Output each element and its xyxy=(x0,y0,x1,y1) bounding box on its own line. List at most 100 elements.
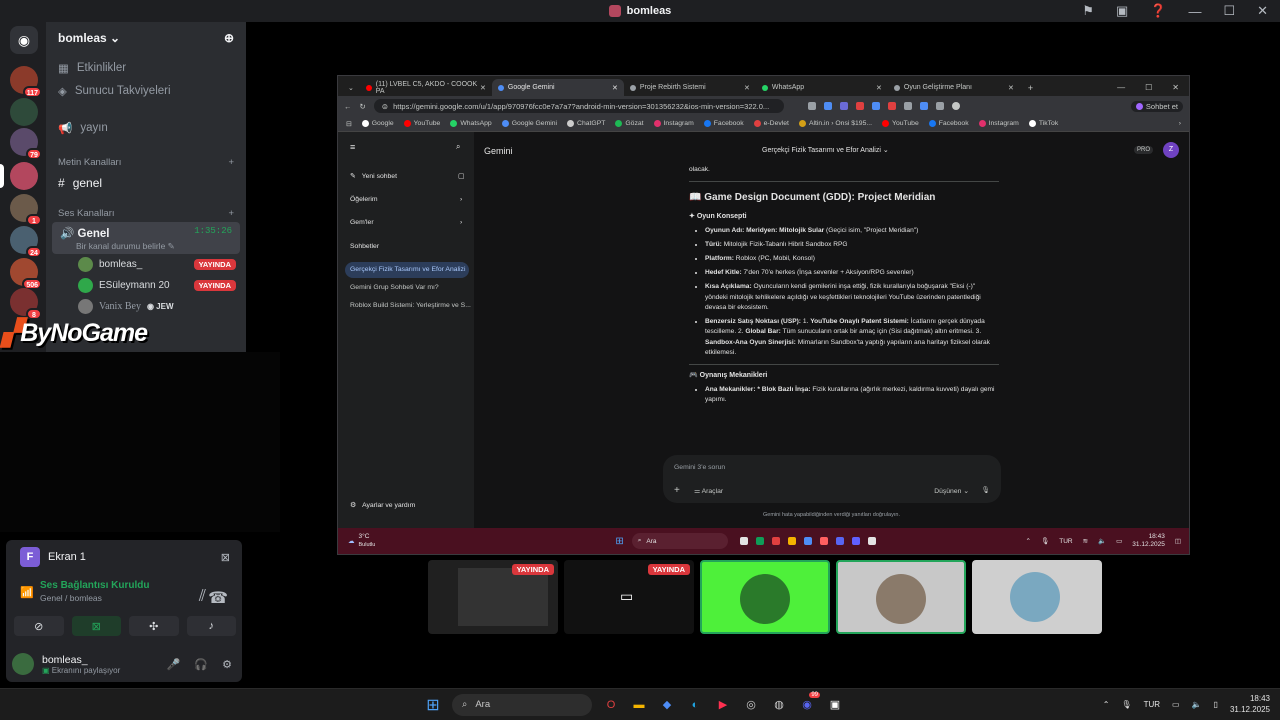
windows-icon[interactable]: ⊞ xyxy=(615,536,623,547)
discord-icon[interactable] xyxy=(835,537,844,545)
chat-title[interactable]: Gerçekçi Fizik Tasarımı ve Efor Analizi … xyxy=(762,146,889,154)
channel-yayin[interactable]: 📢 yayın xyxy=(46,116,246,139)
close-icon[interactable]: ✕ xyxy=(876,84,882,92)
avatar[interactable] xyxy=(12,653,34,675)
browser-tab[interactable]: WhatsApp ✕ xyxy=(756,79,888,96)
bookmark-manager-icon[interactable]: ⊟ xyxy=(346,120,352,128)
gems[interactable]: Gem'ler xyxy=(350,219,374,226)
new-tab-button[interactable]: + xyxy=(1020,79,1041,96)
minimize-button[interactable]: — xyxy=(1188,4,1201,19)
gemini-brand[interactable]: Gemini xyxy=(484,146,513,156)
chevron-up-icon[interactable]: ⌃ xyxy=(1103,700,1110,709)
server-icon[interactable]: 506 xyxy=(10,258,42,290)
clock[interactable]: 18:43 31.12.2025 xyxy=(1230,693,1270,715)
prompt-box[interactable]: Gemini 3'e sorun + ⚌ Araçlar Düşünen ⌄ 🎙 xyxy=(663,455,1001,503)
reload-icon[interactable]: ↻ xyxy=(360,102,366,111)
bookmark[interactable]: Altin.in › Onsi $195... xyxy=(798,120,872,127)
new-chat-button[interactable]: ✎ Yeni sohbet xyxy=(350,172,397,181)
close-icon[interactable]: ✕ xyxy=(744,84,750,92)
chevron-up-icon[interactable]: ⌃ xyxy=(1026,537,1031,545)
microphone-icon[interactable]: 🎙 xyxy=(1041,537,1049,545)
stream-view[interactable]: ⌄ (11) LVBEL C5, AKDO - COOOK PA ✕ Google… xyxy=(337,75,1190,555)
browser-tab[interactable]: Oyun Geliştirme Planı ✕ xyxy=(888,79,1020,96)
server-icon[interactable]: 24 xyxy=(10,226,42,258)
bookmark[interactable]: e-Devlet xyxy=(753,120,789,127)
bookmark[interactable]: Google Gemini xyxy=(501,120,557,127)
stream-thumbnail[interactable]: YAYINDA xyxy=(428,560,558,634)
app-icon[interactable]: ◎ xyxy=(742,696,760,714)
maximize-button[interactable]: ☐ xyxy=(1223,3,1235,19)
display-icon[interactable]: ▭ xyxy=(1172,700,1180,709)
extension-icon[interactable] xyxy=(935,102,944,110)
headphones-icon[interactable]: 🎧 xyxy=(194,658,208,671)
server-icon[interactable] xyxy=(10,98,38,126)
extension-icon[interactable] xyxy=(855,102,864,110)
bookmark[interactable]: Gözat xyxy=(615,120,644,127)
chat-item[interactable]: Roblox Build Sistemi: Yerleştirme ve S..… xyxy=(350,302,471,309)
add-member-icon[interactable]: ⊕ xyxy=(224,31,234,45)
settings-gear-icon[interactable]: ⚙ xyxy=(222,658,232,671)
stop-share-icon[interactable]: ⊠ xyxy=(221,551,230,564)
close-icon[interactable]: ✕ xyxy=(612,84,618,92)
edge-icon[interactable]: ◐ xyxy=(686,696,704,714)
channel-genel[interactable]: # genel xyxy=(46,171,246,194)
microphone-icon[interactable]: 🎤 xyxy=(167,658,181,671)
temp-chat-icon[interactable]: ▢ xyxy=(458,172,464,180)
roblox-icon[interactable]: ▣ xyxy=(826,696,844,714)
back-arrow-icon[interactable]: ← xyxy=(344,102,352,111)
noise-icon[interactable]: ⫽ xyxy=(199,588,206,606)
language-label[interactable]: TUR xyxy=(1144,700,1160,709)
app-icon[interactable] xyxy=(819,537,828,545)
taskbar-search[interactable]: ⌕ Ara xyxy=(452,693,592,716)
bookmark[interactable]: Instagram xyxy=(978,120,1019,127)
profile-icon[interactable] xyxy=(951,102,960,110)
app-icon[interactable] xyxy=(739,537,748,545)
disconnect-icon[interactable]: ☎ xyxy=(208,588,228,608)
bookmark[interactable]: Google xyxy=(361,120,394,127)
browser-tab[interactable]: Proje Rebirth Sistemi ✕ xyxy=(624,79,756,96)
bookmark[interactable]: YouTube xyxy=(403,120,440,127)
server-icon[interactable]: 79 xyxy=(10,128,42,160)
discord-icon[interactable]: ◉ 99 xyxy=(798,691,820,714)
battery-icon[interactable]: ▭ xyxy=(1116,537,1122,545)
opera-icon[interactable]: O xyxy=(602,696,620,714)
voice-category[interactable]: Ses Kanalları + xyxy=(46,204,246,222)
folder-icon[interactable]: ▬ xyxy=(630,696,648,714)
discord-home-icon[interactable]: ◉ xyxy=(10,26,38,54)
participant-tile[interactable] xyxy=(700,560,830,634)
tab-search-icon[interactable]: ⌄ xyxy=(342,79,360,96)
activity-button[interactable]: ✣ xyxy=(129,616,179,636)
screen-share-header[interactable]: F Ekran 1 ⊠ xyxy=(12,540,242,574)
language-label[interactable]: TUR xyxy=(1059,538,1072,545)
my-items[interactable]: Öğelerim xyxy=(350,196,378,203)
tools-button[interactable]: ⚌ Araçlar xyxy=(694,487,723,495)
bookmark[interactable]: Instagram xyxy=(653,120,694,127)
share-screen-button[interactable]: ⊠ xyxy=(71,616,121,636)
steam-icon[interactable]: ◍ xyxy=(770,696,788,714)
voice-user[interactable]: ESüleymann 20 YAYINDA xyxy=(46,275,246,296)
camera-off-button[interactable]: ⊘ xyxy=(14,616,64,636)
bookmark[interactable]: WhatsApp xyxy=(450,120,492,127)
voice-user[interactable]: Vanix Bey ◉ JEW xyxy=(46,296,246,317)
microphone-icon[interactable]: 🎙 xyxy=(981,486,990,494)
server-icon[interactable]: 1 xyxy=(10,194,42,226)
stream-thumbnail[interactable]: YAYINDA ▭ xyxy=(564,560,694,634)
bookmark[interactable]: Facebook xyxy=(928,120,969,127)
server-icon[interactable]: 117 xyxy=(10,66,42,98)
browser-tab-active[interactable]: Google Gemini ✕ xyxy=(491,79,624,96)
vscode-icon[interactable]: ◆ xyxy=(658,696,676,714)
voice-user[interactable]: bomleas_ YAYINDA xyxy=(46,254,246,275)
screen-icon[interactable]: ▣ xyxy=(1116,3,1128,19)
extension-icon[interactable] xyxy=(919,102,928,110)
settings-button[interactable]: ⚙ Ayarlar ve yardım xyxy=(350,501,415,510)
bookmark[interactable]: Facebook xyxy=(703,120,744,127)
folder-icon[interactable] xyxy=(787,537,796,545)
server-icon[interactable]: 8 xyxy=(10,288,42,320)
soundboard-button[interactable]: ♪ xyxy=(186,616,236,636)
events-item[interactable]: ▦ Etkinlikler xyxy=(46,56,246,79)
extension-icon[interactable] xyxy=(807,102,816,110)
chat-item[interactable]: Gemini Grup Sohbeti Var mı? xyxy=(350,284,439,291)
media-player-icon[interactable]: ▶ xyxy=(714,696,732,714)
search-box[interactable]: ⌕ Ara xyxy=(631,533,728,549)
browser-tab[interactable]: (11) LVBEL C5, AKDO - COOOK PA ✕ xyxy=(360,79,492,96)
